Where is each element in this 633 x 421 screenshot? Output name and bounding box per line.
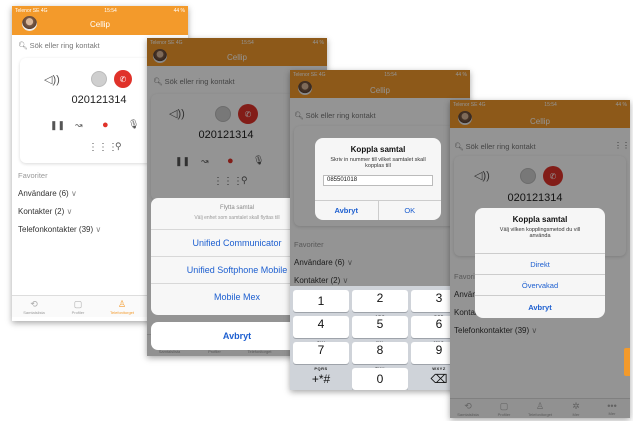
favorites-header: Favoriter — [18, 171, 48, 180]
alert-title: Koppla samtal — [350, 145, 406, 154]
speaker-icon[interactable]: ◁)) — [44, 75, 60, 86]
clock-icon: ⟲ — [30, 298, 38, 309]
tab-call-list[interactable]: ⟲Samtalslista — [22, 299, 46, 315]
option-supervised[interactable]: Övervakad — [475, 274, 605, 295]
record-icon[interactable]: ● — [102, 120, 109, 131]
cancel-button[interactable]: Avbryt — [475, 295, 605, 318]
users-group[interactable]: Användare (6) ∨ — [18, 189, 101, 198]
ok-button[interactable]: OK — [379, 201, 442, 220]
numeric-keypad: 12ABC3DEF4GHI5JKL6MNO7PQRS8TUV9WXYZ+*#0⌫ — [290, 286, 470, 390]
status-bar: Telenor SE 4G 15:54 44 % — [15, 8, 185, 14]
screen-connect-dialog: Telenor SE 4G 15:54 44 % Cellip 🔍︎ Sök e… — [290, 70, 470, 390]
hold-icon[interactable]: ❚❚ — [50, 121, 65, 130]
contacts-group[interactable]: Kontakter (2) ∨ — [18, 207, 101, 216]
person-icon: ♙ — [117, 298, 127, 309]
keypad-icon[interactable]: ⋮⋮⋮ — [88, 143, 118, 153]
key-5[interactable]: 5JKL — [352, 316, 408, 345]
contact-lists: Favoriter Användare (6) ∨ Kontakter (2) … — [18, 171, 101, 243]
alert-message: Skriv in nummer till vilket samtalet ska… — [330, 157, 426, 169]
screen-connect-method: Telenor SE 4G 15:54 44 % Cellip 🔍︎ Sök e… — [450, 100, 630, 418]
key-digit: 8 — [376, 343, 384, 357]
method-alert: Koppla samtal Välj vilken kopplingsmetod… — [475, 208, 605, 318]
profile-icon: ▢ — [73, 298, 83, 309]
chevron-down-icon: ∨ — [70, 189, 77, 198]
key-8[interactable]: 8TUV — [352, 342, 408, 371]
cancel-button[interactable]: Avbryt — [315, 201, 379, 220]
phone-contacts-group[interactable]: Telefonkontakter (39) ∨ — [18, 225, 101, 234]
tab-profiles[interactable]: ▢Profiler — [66, 299, 90, 315]
search-icon: 🔍︎ — [18, 41, 30, 50]
key-digit: 7 — [317, 343, 325, 357]
alert-title: Koppla samtal — [512, 215, 568, 224]
chevron-down-icon: ∨ — [95, 225, 102, 234]
connect-alert: Koppla samtal Skriv in nummer till vilke… — [315, 138, 441, 220]
option-direct[interactable]: Direkt — [475, 253, 605, 274]
key-symbols[interactable]: +*# — [293, 368, 349, 390]
side-handle[interactable] — [624, 348, 630, 376]
key-digit: 1 — [317, 294, 325, 308]
tab-telephony[interactable]: ♙Telefonitorget — [110, 299, 134, 315]
key-4[interactable]: 4GHI — [293, 316, 349, 345]
microphone-icon[interactable]: 🎙︎ — [128, 120, 139, 129]
search-input[interactable]: 🔍︎ Sök eller ring kontakt — [18, 41, 100, 50]
key-1[interactable]: 1 — [293, 290, 349, 312]
contact-avatar — [91, 71, 107, 87]
key-2[interactable]: 2ABC — [352, 290, 408, 319]
key-0[interactable]: 0 — [352, 368, 408, 390]
chevron-down-icon: ∨ — [66, 207, 73, 216]
key-7[interactable]: 7 PQRS — [293, 342, 349, 371]
number-input[interactable]: 085501018 — [323, 175, 433, 186]
alert-message: Välj vilken kopplingsmetod du vill använ… — [499, 227, 581, 239]
key-digit: 4 — [317, 317, 325, 331]
key-digit: 0 — [376, 372, 384, 386]
key-digit: 2 — [376, 291, 384, 305]
end-call-button[interactable]: ✆ — [114, 70, 132, 88]
app-title: Cellip — [89, 20, 110, 29]
key-digit: +*# — [311, 372, 331, 386]
transfer-icon[interactable]: ↝ — [75, 121, 83, 130]
key-digit: 5 — [376, 317, 384, 331]
alert-buttons: Avbryt OK — [315, 200, 441, 220]
search-icon[interactable]: ⚲ — [115, 142, 122, 151]
